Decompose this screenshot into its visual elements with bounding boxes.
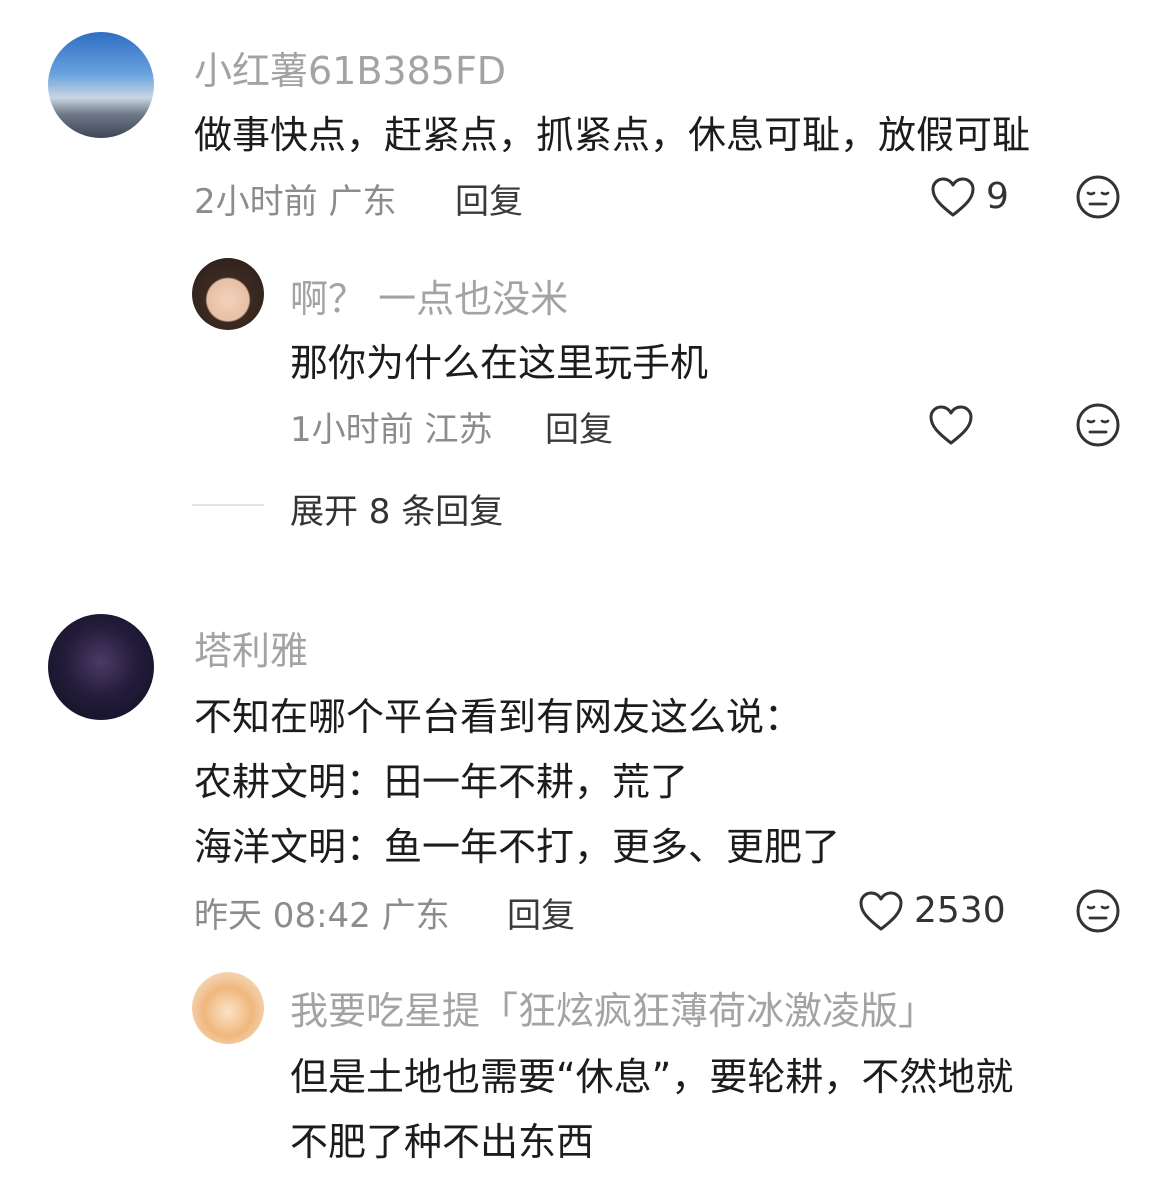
- heart-outline-icon[interactable]: [928, 404, 974, 446]
- reply-1-meta: 1小时前 江苏: [290, 410, 493, 450]
- reply-1-username[interactable]: 啊？ 一点也没米: [290, 268, 568, 323]
- comment-1-like-count: 9: [986, 176, 1009, 217]
- comment-1-username[interactable]: 小红薯61B385FD: [194, 40, 506, 95]
- reply-2-username[interactable]: 我要吃星提「狂炫疯狂薄荷冰激凌版」: [290, 980, 936, 1035]
- comment-2-text-line-3: 海洋文明：鱼一年不打，更多、更肥了: [194, 825, 841, 869]
- avatar-replier-1[interactable]: [192, 258, 264, 330]
- expressionless-face-icon[interactable]: [1075, 888, 1121, 934]
- reply-2-text-line-2: 不肥了种不出东西: [290, 1120, 595, 1164]
- expressionless-face-icon[interactable]: [1075, 174, 1121, 220]
- reply-1-text: 那你为什么在这里玩手机: [290, 341, 709, 385]
- comment-2-reply-button[interactable]: 回复: [507, 888, 575, 937]
- heart-outline-icon[interactable]: [858, 890, 904, 932]
- expressionless-face-icon[interactable]: [1075, 402, 1121, 448]
- comment-2-text-line-1: 不知在哪个平台看到有网友这么说：: [194, 695, 803, 739]
- avatar-commenter-1[interactable]: [48, 32, 154, 138]
- comment-1-meta: 2小时前 广东: [194, 182, 397, 222]
- avatar-replier-2[interactable]: [192, 972, 264, 1044]
- comment-2-text-line-2: 农耕文明：田一年不耕，荒了: [194, 760, 689, 804]
- expand-replies-button[interactable]: 展开 8 条回复: [290, 484, 503, 533]
- comment-1-reply-button[interactable]: 回复: [455, 174, 523, 223]
- comment-2-username[interactable]: 塔利雅: [194, 620, 308, 675]
- comment-2-meta: 昨天 08:42 广东: [194, 896, 450, 936]
- avatar-commenter-2[interactable]: [48, 614, 154, 720]
- comment-2-like-count: 2530: [914, 890, 1006, 931]
- reply-1-reply-button[interactable]: 回复: [545, 402, 613, 451]
- reply-2-text-line-1: 但是土地也需要“休息”，要轮耕，不然地就: [290, 1055, 1014, 1099]
- comment-1-text: 做事快点，赶紧点，抓紧点，休息可耻，放假可耻: [194, 113, 1031, 157]
- expand-divider: [192, 504, 264, 506]
- heart-outline-icon[interactable]: [930, 176, 976, 218]
